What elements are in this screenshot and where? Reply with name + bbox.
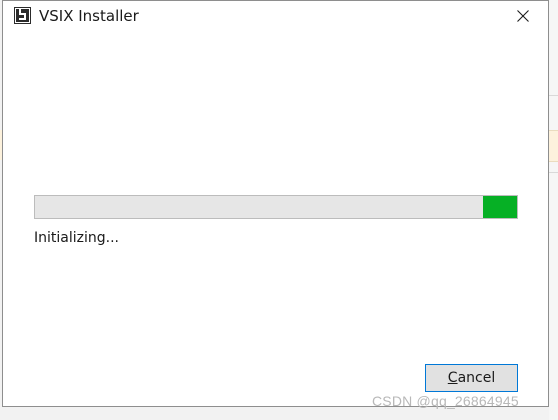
cancel-button-label: ancel [457, 370, 496, 386]
title-bar[interactable]: VSIX Installer [3, 1, 548, 31]
status-text: Initializing... [34, 230, 119, 246]
window-title: VSIX Installer [39, 7, 139, 25]
cancel-button-mnemonic: C [447, 370, 458, 386]
background-divider [549, 95, 558, 96]
cancel-button[interactable]: Cancel [425, 364, 518, 392]
progress-bar [34, 195, 518, 219]
background-window-edge [549, 0, 558, 420]
background-divider [549, 172, 558, 173]
vsix-installer-dialog: VSIX Installer Initializing... Cancel [2, 0, 549, 407]
background-notification-band [549, 130, 558, 162]
vsix-installer-icon [14, 7, 31, 24]
progress-bar-fill [483, 196, 517, 218]
close-button[interactable] [508, 3, 538, 29]
watermark-text: CSDN @qq_26864945 [372, 393, 519, 409]
close-icon [517, 10, 529, 22]
